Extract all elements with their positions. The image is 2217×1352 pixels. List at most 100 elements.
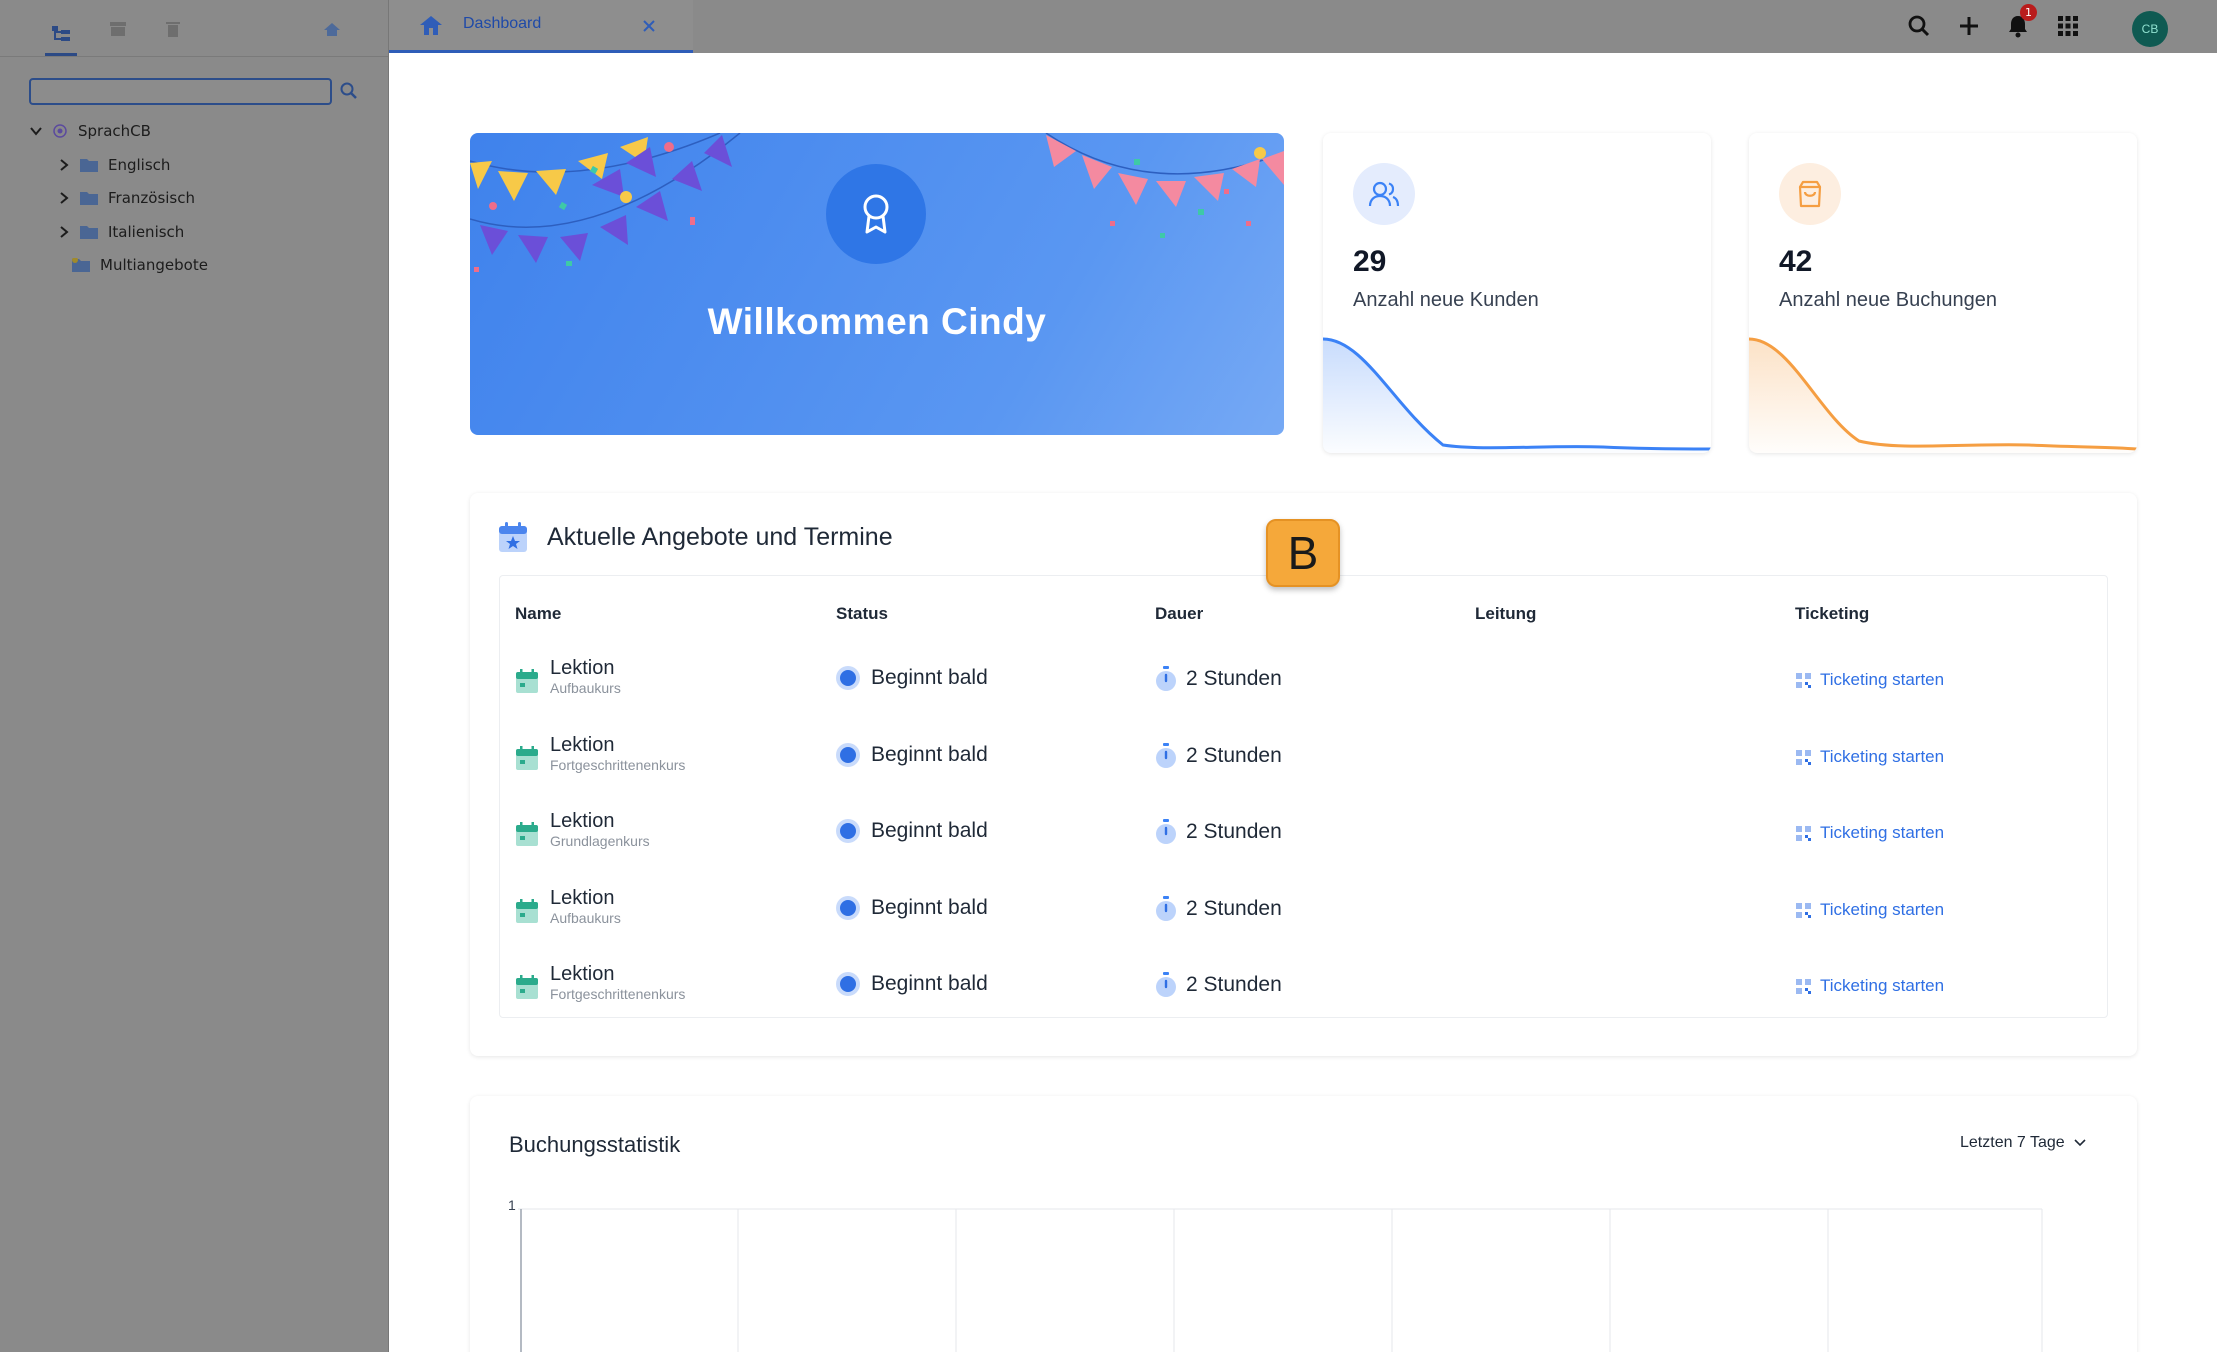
search-icon [340, 82, 357, 99]
stat-value: 42 [1779, 245, 1813, 278]
tree-item-multiangebote[interactable]: Multiangebote [72, 256, 208, 274]
sidebar-search-button[interactable] [339, 81, 361, 103]
top-bar: Dashboard 1 CB [389, 0, 2217, 53]
column-header-status[interactable]: Status [836, 604, 888, 624]
row-name: Lektion [550, 734, 615, 756]
booking-chart: 1 [508, 1197, 2043, 1352]
chevron-down-icon [2074, 1139, 2086, 1147]
duration-cell: 2 Stunden [1155, 819, 1282, 845]
tree-item-franzoesisch[interactable]: Französisch [56, 189, 195, 207]
ticketing-start-link[interactable]: Ticketing starten [1796, 900, 1944, 920]
folder-multi-icon [72, 258, 90, 272]
tab-dashboard[interactable]: Dashboard [389, 0, 693, 53]
home-icon [420, 16, 442, 35]
sidebar-search-input[interactable] [29, 78, 332, 105]
vertical-grid [737, 1209, 2043, 1352]
stat-icon-wrap [1353, 163, 1415, 225]
ticketing-label: Ticketing starten [1820, 823, 1945, 842]
row-subtitle: Grundlagenkurs [550, 833, 650, 849]
status-label: Beginnt bald [871, 896, 988, 919]
status-cell: Beginnt bald [836, 972, 988, 996]
add-icon[interactable] [1956, 13, 1982, 39]
row-subtitle: Aufbaukurs [550, 910, 621, 926]
stopwatch-icon [1156, 819, 1176, 844]
close-icon[interactable] [639, 16, 659, 36]
column-header-ticketing[interactable]: Ticketing [1795, 604, 1869, 624]
table-row[interactable]: Lektion Fortgeschrittenenkurs Beginnt bal… [500, 733, 2107, 809]
stat-card-bookings: 42 Anzahl neue Buchungen [1749, 133, 2137, 453]
search-icon[interactable] [1906, 13, 1932, 39]
chevron-down-icon[interactable] [28, 123, 44, 139]
status-cell: Beginnt bald [836, 819, 988, 843]
range-label: Letzten 7 Tage [1960, 1134, 2065, 1151]
row-subtitle: Fortgeschrittenenkurs [550, 757, 686, 773]
ticketing-label: Ticketing starten [1820, 747, 1945, 766]
shopping-bag-icon [1798, 180, 1822, 208]
welcome-banner: Willkommen Cindy [470, 133, 1284, 435]
status-dot-icon [836, 896, 860, 920]
booking-stats-title: Buchungsstatistik [509, 1132, 681, 1157]
duration-label: 2 Stunden [1186, 744, 1282, 767]
tree-item-italienisch[interactable]: Italienisch [56, 223, 184, 241]
status-dot-icon [836, 743, 860, 767]
row-name: Lektion [550, 657, 615, 679]
table-row[interactable]: Lektion Aufbaukurs Beginnt bald 2 Stunden… [500, 656, 2107, 732]
target-icon [53, 124, 67, 138]
stopwatch-icon [1156, 896, 1176, 921]
status-label: Beginnt bald [871, 972, 988, 995]
customers-sparkline [1323, 337, 1711, 453]
chevron-right-icon[interactable] [56, 190, 72, 206]
duration-cell: 2 Stunden [1155, 743, 1282, 769]
column-header-lead[interactable]: Leitung [1475, 604, 1536, 624]
duration-label: 2 Stunden [1186, 897, 1282, 920]
calendar-star-icon [499, 522, 527, 552]
folder-icon [80, 159, 98, 172]
calendar-icon [516, 822, 538, 846]
award-badge [826, 164, 926, 264]
tree-item-label: Multiangebote [100, 256, 208, 274]
duration-cell: 2 Stunden [1155, 896, 1282, 922]
sidebar-toolbar [0, 0, 388, 57]
ticketing-start-link[interactable]: Ticketing starten [1796, 976, 1944, 996]
avatar[interactable]: CB [2132, 11, 2168, 47]
row-subtitle: Aufbaukurs [550, 680, 621, 696]
ticketing-start-link[interactable]: Ticketing starten [1796, 747, 1944, 767]
users-icon [1368, 181, 1400, 207]
notification-badge: 1 [2020, 4, 2037, 21]
stopwatch-icon [1156, 972, 1176, 997]
table-row[interactable]: Lektion Aufbaukurs Beginnt bald 2 Stunden… [500, 886, 2107, 962]
tree-item-englisch[interactable]: Englisch [56, 156, 170, 174]
qr-code-icon [1796, 902, 1811, 918]
column-header-name[interactable]: Name [515, 604, 561, 624]
apps-grid-icon[interactable] [2055, 13, 2081, 39]
archive-button[interactable] [102, 14, 134, 44]
ticketing-label: Ticketing starten [1820, 670, 1945, 689]
chevron-right-icon[interactable] [56, 157, 72, 173]
tree-item-label: Französisch [108, 189, 196, 207]
sidebar-home-button[interactable] [316, 14, 348, 44]
folder-icon [80, 192, 98, 205]
stat-icon-wrap [1779, 163, 1841, 225]
table-row[interactable]: Lektion Grundlagenkurs Beginnt bald 2 Stu… [500, 809, 2107, 885]
qr-code-icon [1796, 672, 1811, 688]
calendar-icon [516, 669, 538, 693]
table-row[interactable]: Lektion Fortgeschrittenenkurs Beginnt bal… [500, 962, 2107, 1038]
folder-icon [80, 226, 98, 239]
row-subtitle: Fortgeschrittenenkurs [550, 986, 686, 1002]
range-select[interactable]: Letzten 7 Tage [1960, 1134, 2087, 1152]
column-header-duration[interactable]: Dauer [1155, 604, 1203, 624]
status-dot-icon [836, 972, 860, 996]
offers-table: Name Status Dauer Leitung Ticketing Lekt… [499, 575, 2108, 1018]
trash-button[interactable] [157, 14, 189, 44]
tab-label: Dashboard [463, 15, 542, 32]
duration-cell: 2 Stunden [1155, 972, 1282, 998]
ticketing-start-link[interactable]: Ticketing starten [1796, 823, 1944, 843]
ticketing-start-link[interactable]: Ticketing starten [1796, 670, 1944, 690]
ticketing-label: Ticketing starten [1820, 976, 1945, 995]
duration-label: 2 Stunden [1186, 973, 1282, 996]
tree-view-button[interactable] [45, 14, 77, 56]
tree-root[interactable]: SprachCB [28, 122, 151, 140]
archive-icon [110, 22, 126, 36]
chevron-right-icon[interactable] [56, 224, 72, 240]
stat-label: Anzahl neue Buchungen [1779, 289, 1997, 311]
